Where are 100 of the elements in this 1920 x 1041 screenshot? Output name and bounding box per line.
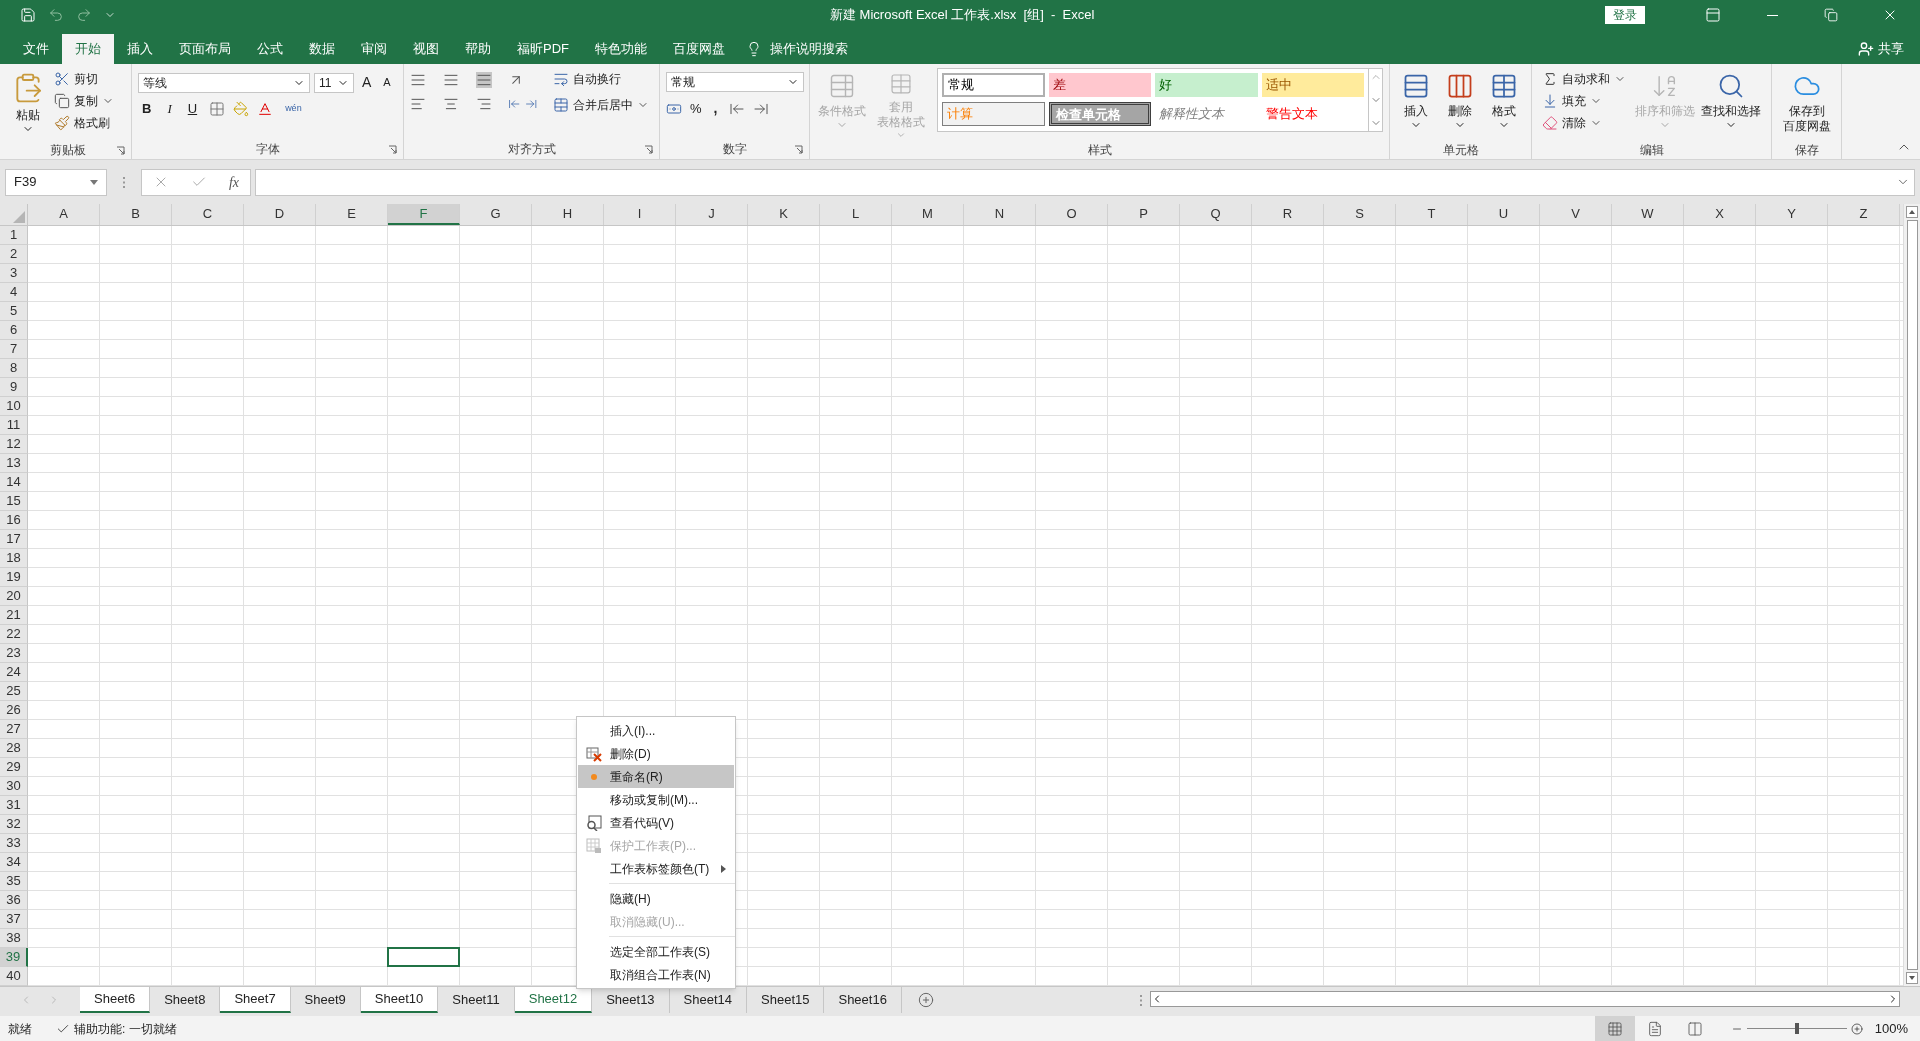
insert-function-button[interactable]: fx — [228, 171, 239, 193]
underline-button[interactable]: U — [183, 99, 202, 119]
column-header[interactable]: R — [1252, 204, 1324, 225]
row-header[interactable]: 39 — [0, 948, 28, 967]
increase-font-button[interactable]: A — [358, 72, 376, 93]
tell-me-search[interactable]: 操作说明搜索 — [770, 39, 848, 59]
row-header[interactable]: 23 — [0, 644, 28, 663]
merge-center-button[interactable]: 合并后居中 — [549, 94, 653, 116]
column-header[interactable]: O — [1036, 204, 1108, 225]
ribbon-tab[interactable]: 帮助 — [452, 34, 504, 64]
row-header[interactable]: 18 — [0, 549, 28, 568]
menu-item[interactable]: 工作表标签颜色(T) — [578, 857, 734, 880]
autosum-button[interactable]: 自动求和 — [1538, 68, 1630, 90]
column-header[interactable]: D — [244, 204, 316, 225]
sheet-tab[interactable]: Sheet7 — [220, 987, 291, 1013]
zoom-slider[interactable] — [1746, 1022, 1847, 1035]
dialog-launcher-icon[interactable] — [644, 145, 653, 154]
row-header[interactable]: 3 — [0, 264, 28, 283]
column-header[interactable]: M — [892, 204, 964, 225]
cell-style-option[interactable]: 适中 — [1261, 73, 1364, 97]
selected-cell[interactable] — [387, 947, 460, 967]
column-header[interactable]: G — [460, 204, 532, 225]
italic-button[interactable]: I — [163, 99, 176, 119]
row-header[interactable]: 37 — [0, 910, 28, 929]
row-header[interactable]: 17 — [0, 530, 28, 549]
column-header[interactable]: A — [28, 204, 100, 225]
row-header[interactable]: 33 — [0, 834, 28, 853]
row-header[interactable]: 16 — [0, 511, 28, 530]
row-header[interactable]: 12 — [0, 435, 28, 454]
view-button[interactable] — [1594, 1016, 1635, 1041]
sheet-tab[interactable]: Sheet10 — [360, 987, 439, 1013]
column-header[interactable]: X — [1684, 204, 1756, 225]
format-painter-button[interactable]: 格式刷 — [50, 112, 118, 134]
column-header[interactable]: Z — [1828, 204, 1900, 225]
row-header[interactable]: 26 — [0, 701, 28, 720]
name-box[interactable]: F39 — [5, 168, 107, 196]
dialog-launcher-icon[interactable] — [794, 145, 803, 154]
column-header[interactable]: S — [1324, 204, 1396, 225]
cell-style-option[interactable]: 好 — [1155, 73, 1258, 97]
sheet-tab[interactable]: Sheet6 — [80, 987, 151, 1013]
share-button[interactable]: 共享 — [1858, 34, 1904, 64]
column-header[interactable]: K — [748, 204, 820, 225]
row-header[interactable]: 38 — [0, 929, 28, 948]
percent-button[interactable]: % — [690, 98, 702, 119]
column-header[interactable]: Q — [1180, 204, 1252, 225]
decrease-font-button[interactable]: A — [379, 74, 395, 91]
column-header[interactable]: B — [100, 204, 172, 225]
row-header[interactable]: 32 — [0, 815, 28, 834]
fill-button[interactable]: 填充 — [1538, 90, 1630, 112]
row-header[interactable]: 1 — [0, 226, 28, 245]
row-header[interactable]: 22 — [0, 625, 28, 644]
row-header[interactable]: 2 — [0, 245, 28, 264]
row-header[interactable]: 36 — [0, 891, 28, 910]
menu-item[interactable]: 选定全部工作表(S) — [578, 940, 734, 963]
cut-button[interactable]: 剪切 — [50, 68, 118, 90]
dialog-launcher-icon[interactable] — [116, 146, 125, 155]
ribbon-tab[interactable]: 页面布局 — [166, 34, 244, 64]
column-header[interactable]: N — [964, 204, 1036, 225]
row-header[interactable]: 24 — [0, 663, 28, 682]
menu-item[interactable]: 查看代码(V) — [578, 811, 734, 834]
dialog-launcher-icon[interactable] — [388, 145, 397, 154]
row-header[interactable]: 40 — [0, 967, 28, 986]
row-header[interactable]: 21 — [0, 606, 28, 625]
zoom-slider-thumb[interactable] — [1794, 1023, 1799, 1034]
ribbon-tab[interactable]: 视图 — [400, 34, 452, 64]
ribbon-tab[interactable]: 审阅 — [348, 34, 400, 64]
column-header[interactable]: V — [1540, 204, 1612, 225]
cell-style-option[interactable]: 常规 — [942, 73, 1045, 97]
column-header[interactable]: U — [1468, 204, 1540, 225]
row-header[interactable]: 35 — [0, 872, 28, 891]
clear-button[interactable]: 清除 — [1538, 112, 1630, 134]
format-cells-button[interactable]: 格式 — [1484, 68, 1524, 140]
column-header[interactable]: F — [388, 204, 460, 225]
scroll-down-icon[interactable] — [1906, 972, 1918, 984]
vertical-scrollbar[interactable] — [1903, 204, 1920, 986]
ribbon-tab[interactable]: 开始 — [62, 34, 114, 64]
row-header[interactable]: 30 — [0, 777, 28, 796]
ribbon-tab[interactable]: 数据 — [296, 34, 348, 64]
save-to-cloud-button[interactable]: 保存到 百度网盘 — [1778, 68, 1835, 140]
row-header[interactable]: 27 — [0, 720, 28, 739]
row-header[interactable]: 28 — [0, 739, 28, 758]
ribbon-tab[interactable]: 文件 — [10, 34, 62, 64]
paste-button[interactable]: 粘贴 — [10, 68, 46, 140]
cell-style-option[interactable]: 差 — [1048, 73, 1151, 97]
menu-item[interactable]: 插入(I)... — [578, 719, 734, 742]
comma-button[interactable]: , — [709, 98, 722, 119]
sign-in-button[interactable]: 登录 — [1605, 6, 1645, 24]
column-header[interactable]: H — [532, 204, 604, 225]
column-header[interactable]: C — [172, 204, 244, 225]
accessibility-status[interactable]: 辅助功能: 一切就绪 — [74, 1019, 177, 1038]
row-header[interactable]: 9 — [0, 378, 28, 397]
formula-input[interactable] — [255, 168, 1915, 196]
row-header[interactable]: 20 — [0, 587, 28, 606]
row-header[interactable]: 8 — [0, 359, 28, 378]
menu-item[interactable]: 删除(D) — [578, 742, 734, 765]
font-size-dropdown[interactable]: 11 — [314, 72, 354, 93]
copy-button[interactable]: 复制 — [50, 90, 118, 112]
row-header[interactable]: 10 — [0, 397, 28, 416]
column-header[interactable]: L — [820, 204, 892, 225]
column-header[interactable]: P — [1108, 204, 1180, 225]
